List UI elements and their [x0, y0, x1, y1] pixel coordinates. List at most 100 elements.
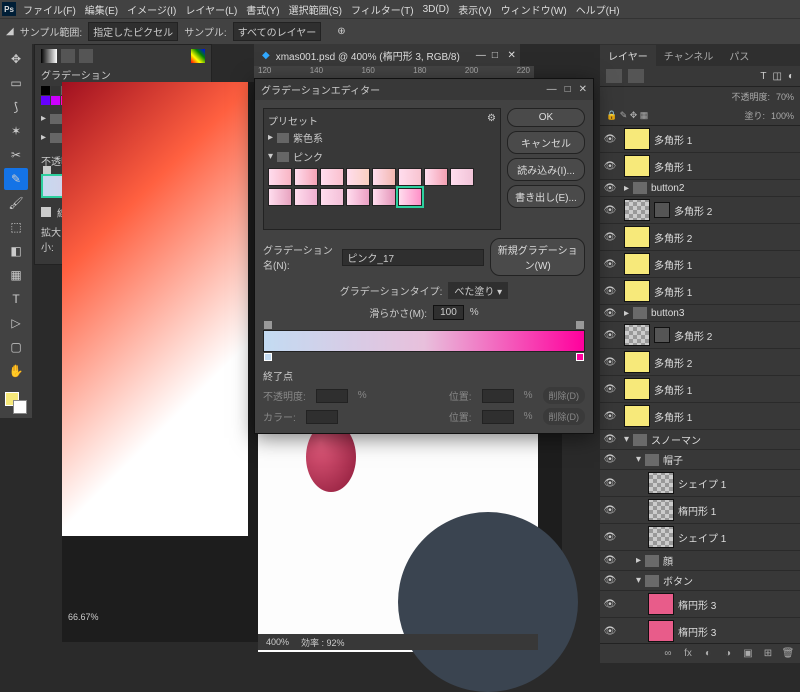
- fx-icon[interactable]: fx: [682, 648, 694, 660]
- marquee-tool[interactable]: ▭: [4, 72, 28, 94]
- menu-window[interactable]: ウィンドウ(W): [497, 0, 571, 19]
- visibility-icon[interactable]: 👁: [604, 285, 616, 297]
- cancel-button[interactable]: キャンセル: [507, 131, 585, 154]
- gear-icon[interactable]: ⚙: [487, 113, 496, 128]
- preset-swatch[interactable]: [424, 168, 448, 186]
- lasso-tool[interactable]: ⟆: [4, 96, 28, 118]
- layer-row[interactable]: 👁多角形 2: [600, 224, 800, 251]
- preset-swatch[interactable]: [450, 168, 474, 186]
- layer-name[interactable]: 多角形 2: [654, 355, 796, 370]
- path-tool[interactable]: ▷: [4, 312, 28, 334]
- visibility-icon[interactable]: 👁: [604, 182, 616, 194]
- layer-name[interactable]: 多角形 1: [654, 132, 796, 147]
- layer-folder[interactable]: 👁▸button3: [600, 305, 800, 322]
- chevron-icon[interactable]: ▸: [624, 308, 629, 319]
- visibility-icon[interactable]: 👁: [604, 625, 616, 637]
- visibility-icon[interactable]: 👁: [604, 454, 616, 466]
- close-icon[interactable]: ✕: [507, 50, 515, 61]
- layer-thumbnail[interactable]: [648, 593, 674, 615]
- smooth-input[interactable]: 100: [433, 305, 464, 320]
- filter-icon[interactable]: [606, 69, 622, 83]
- document-canvas-1[interactable]: [62, 82, 248, 536]
- layer-name[interactable]: 楕円形 3: [678, 624, 796, 639]
- preset-swatch[interactable]: [372, 188, 396, 206]
- type-select[interactable]: べた塗り ▾: [448, 282, 508, 299]
- mask-thumbnail[interactable]: [654, 202, 670, 218]
- close-icon[interactable]: ✕: [579, 84, 587, 95]
- color-stop-right[interactable]: [576, 353, 584, 361]
- layer-row[interactable]: 👁多角形 1: [600, 251, 800, 278]
- move-tool[interactable]: ✥: [4, 48, 28, 70]
- chevron-icon[interactable]: ▾: [624, 434, 629, 445]
- visibility-icon[interactable]: 👁: [604, 204, 616, 216]
- preset-swatch[interactable]: [268, 168, 292, 186]
- layer-row[interactable]: 👁シェイプ 1: [600, 524, 800, 551]
- preset-swatch[interactable]: [346, 188, 370, 206]
- layer-folder[interactable]: 👁▸顔: [600, 551, 800, 571]
- menu-view[interactable]: 表示(V): [454, 0, 495, 19]
- panel-icon[interactable]: [61, 49, 75, 63]
- layer-row[interactable]: 👁 多角形 1: [600, 403, 800, 430]
- layer-thumbnail[interactable]: [648, 499, 674, 521]
- visibility-icon[interactable]: 👁: [604, 258, 616, 270]
- visibility-icon[interactable]: 👁: [604, 410, 616, 422]
- visibility-icon[interactable]: 👁: [604, 575, 616, 587]
- color-swatch[interactable]: [51, 96, 60, 105]
- visibility-icon[interactable]: 👁: [604, 133, 616, 145]
- delete-stop-button[interactable]: 削除(D): [543, 387, 586, 404]
- wand-tool[interactable]: ✶: [4, 120, 28, 142]
- stop-opacity-input[interactable]: [316, 389, 348, 403]
- menu-type[interactable]: 書式(Y): [242, 0, 283, 19]
- layer-row[interactable]: 👁楕円形 1: [600, 497, 800, 524]
- name-input[interactable]: [342, 249, 484, 266]
- layer-thumbnail[interactable]: [624, 324, 650, 346]
- trash-icon[interactable]: 🗑: [782, 648, 794, 660]
- color-swatches[interactable]: [5, 392, 27, 414]
- preset-swatch[interactable]: [294, 168, 318, 186]
- opacity-value[interactable]: 70%: [776, 92, 794, 102]
- document-tab[interactable]: ◆ xmas001.psd @ 400% (楕円形 3, RGB/8) — □ …: [254, 44, 520, 66]
- filter-icon[interactable]: [628, 69, 644, 83]
- layer-thumbnail[interactable]: [624, 128, 650, 150]
- preset-swatch[interactable]: [346, 168, 370, 186]
- save-button[interactable]: 書き出し(E)...: [507, 185, 585, 208]
- crop-tool[interactable]: ✂: [4, 144, 28, 166]
- preset-swatch[interactable]: [372, 168, 396, 186]
- mask-icon[interactable]: ◐: [702, 648, 714, 660]
- filter-icon[interactable]: ◫: [773, 71, 782, 82]
- preset-swatch[interactable]: [294, 188, 318, 206]
- chevron-icon[interactable]: ▸: [624, 183, 629, 194]
- color-swatch[interactable]: [51, 86, 60, 95]
- visibility-icon[interactable]: 👁: [604, 434, 616, 446]
- ok-button[interactable]: OK: [507, 108, 585, 127]
- visibility-icon[interactable]: 👁: [604, 598, 616, 610]
- visibility-icon[interactable]: 👁: [604, 231, 616, 243]
- tab-channels[interactable]: チャンネル: [656, 45, 722, 66]
- opacity-stop-left[interactable]: [264, 321, 272, 329]
- opacity-stop-right[interactable]: [576, 321, 584, 329]
- layer-name[interactable]: スノーマン: [651, 432, 796, 447]
- stop-color-input[interactable]: [306, 410, 338, 424]
- menu-image[interactable]: イメージ(I): [123, 0, 180, 19]
- preset-swatch[interactable]: [268, 188, 292, 206]
- tab-paths[interactable]: パス: [721, 45, 757, 66]
- eyedropper-tool[interactable]: ✎: [4, 168, 28, 190]
- panel-icon2[interactable]: [79, 49, 93, 63]
- layer-name[interactable]: button2: [651, 183, 796, 194]
- layer-name[interactable]: 顔: [663, 553, 796, 568]
- layer-row[interactable]: 👁シェイプ 1: [600, 470, 800, 497]
- color-stop-left[interactable]: [264, 353, 272, 361]
- layer-name[interactable]: 楕円形 1: [678, 503, 796, 518]
- layer-thumbnail[interactable]: [624, 155, 650, 177]
- layer-name[interactable]: シェイプ 1: [678, 530, 796, 545]
- layer-row[interactable]: 👁多角形 2: [600, 349, 800, 376]
- tab-layers[interactable]: レイヤー: [600, 45, 656, 66]
- layer-row[interactable]: 👁多角形 2: [600, 197, 800, 224]
- filter-t-icon[interactable]: T: [760, 71, 766, 82]
- new-gradient-button[interactable]: 新規グラデーション(W): [490, 238, 585, 276]
- layer-folder[interactable]: 👁▾帽子: [600, 450, 800, 470]
- preset-swatch[interactable]: [320, 168, 344, 186]
- dialog-titlebar[interactable]: グラデーションエディター — □ ✕: [255, 79, 593, 100]
- layer-name[interactable]: 多角形 1: [654, 409, 796, 424]
- visibility-icon[interactable]: 👁: [604, 477, 616, 489]
